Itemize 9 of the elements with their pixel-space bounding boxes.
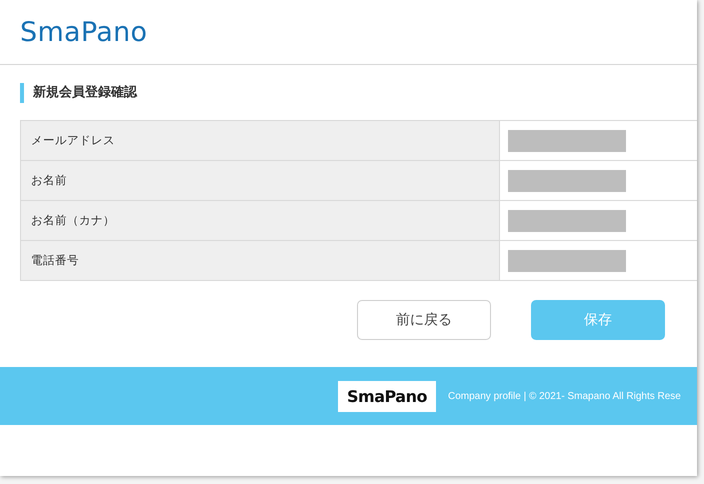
- footer-text: Company profile | © 2021- Smapano All Rights Rese: [448, 390, 681, 402]
- footer-logo[interactable]: SmaPano: [338, 380, 436, 412]
- table-cell: お名前（カナ）: [21, 201, 500, 240]
- table-cell: お名前: [21, 161, 500, 200]
- back-button[interactable]: 前に戻る: [357, 300, 491, 340]
- table-cell: メールアドレス: [21, 121, 500, 160]
- table-cell: 電話番号: [21, 241, 500, 280]
- section-title: 新規会員登録確認: [20, 83, 137, 103]
- site-logo[interactable]: SmaPano: [20, 16, 148, 48]
